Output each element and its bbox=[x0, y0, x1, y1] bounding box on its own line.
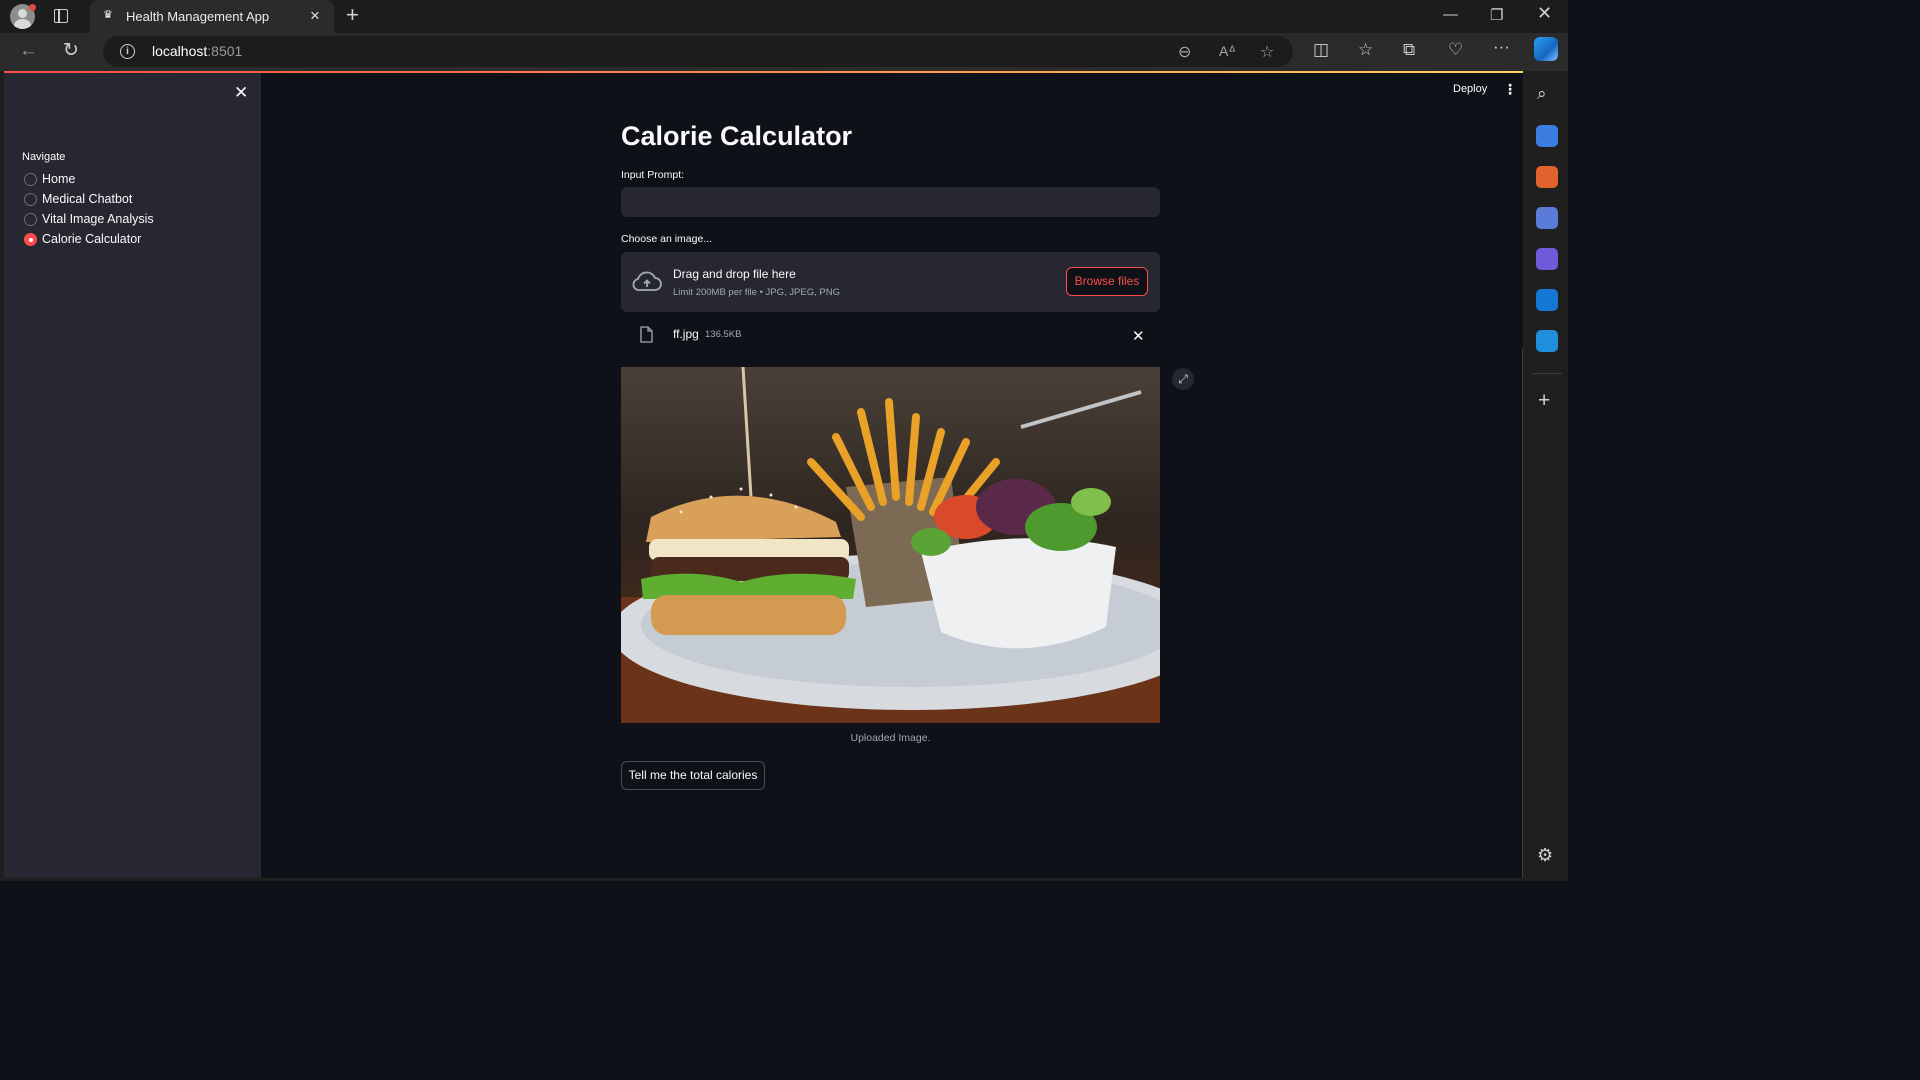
nav-option-label: Vital Image Analysis bbox=[42, 212, 154, 226]
favorites-icon[interactable]: ☆ bbox=[1358, 40, 1373, 60]
url-port: :8501 bbox=[207, 43, 243, 59]
favorite-star-icon[interactable]: ☆ bbox=[1260, 42, 1274, 62]
dropzone-title: Drag and drop file here bbox=[673, 267, 796, 281]
radio-button[interactable] bbox=[24, 173, 37, 186]
search-icon[interactable]: ⌕ bbox=[1537, 84, 1547, 104]
sidebar-close-icon[interactable]: ✕ bbox=[234, 83, 248, 103]
input-prompt-field[interactable] bbox=[621, 187, 1160, 217]
streamlit-favicon-icon: ♛ bbox=[103, 9, 113, 21]
restore-icon[interactable]: ❐ bbox=[1490, 6, 1503, 24]
url-host: localhost bbox=[152, 43, 208, 59]
more-options-icon[interactable]: ··· bbox=[1493, 37, 1510, 57]
url-text[interactable]: localhost:8501 bbox=[152, 43, 242, 59]
calculate-calories-button[interactable]: Tell me the total calories bbox=[621, 761, 765, 790]
settings-gear-icon[interactable]: ⚙ bbox=[1537, 845, 1553, 866]
tools-icon[interactable] bbox=[1536, 166, 1558, 188]
remove-file-icon[interactable]: ✕ bbox=[1132, 327, 1145, 345]
file-size: 136.5KB bbox=[705, 329, 742, 340]
image-uploader-label: Choose an image... bbox=[621, 233, 713, 245]
sidebar: ✕ Navigate Home Medical Chatbot Vital Im… bbox=[4, 73, 261, 878]
burger-fries-salad-photo bbox=[621, 367, 1160, 723]
radio-button-selected[interactable] bbox=[24, 233, 37, 246]
file-icon bbox=[640, 326, 653, 343]
browser-essentials-icon[interactable]: ♡ bbox=[1448, 40, 1463, 60]
dropzone-limits: Limit 200MB per file • JPG, JPEG, PNG bbox=[673, 287, 840, 298]
notification-dot bbox=[29, 4, 36, 11]
uploaded-file-row: ff.jpg 136.5KB ✕ bbox=[621, 322, 1160, 346]
edge-sidebar: ⌕ + ⚙ bbox=[1527, 71, 1568, 881]
back-icon[interactable]: ← bbox=[19, 39, 38, 63]
microsoft-365-icon[interactable] bbox=[1536, 248, 1558, 270]
deploy-button[interactable]: Deploy bbox=[1453, 83, 1487, 95]
browser-window: ♛ Health Management App × + — ❐ ✕ ← ↻ i … bbox=[0, 0, 1568, 881]
site-info-icon[interactable]: i bbox=[120, 44, 135, 59]
collections-icon[interactable]: ⧉ bbox=[1403, 40, 1415, 60]
navigation-bar: ← ↻ i localhost:8501 ⊖ Aᐞ ☆ ◫ ☆ ⧉ ♡ ··· bbox=[0, 33, 1568, 71]
cloud-upload-icon bbox=[632, 271, 662, 291]
tab-actions-icon[interactable] bbox=[54, 9, 68, 23]
read-aloud-icon[interactable]: Aᐞ bbox=[1219, 43, 1236, 60]
tab-bar: ♛ Health Management App × + — ❐ ✕ bbox=[0, 0, 1568, 33]
browser-tab-active[interactable]: ♛ Health Management App × bbox=[90, 0, 334, 33]
input-prompt-label: Input Prompt: bbox=[621, 169, 685, 181]
outlook-icon[interactable] bbox=[1536, 289, 1558, 311]
address-bar[interactable]: i localhost:8501 ⊖ Aᐞ ☆ bbox=[103, 36, 1293, 67]
tab-close-icon[interactable]: × bbox=[310, 7, 320, 24]
split-screen-icon[interactable]: ◫ bbox=[1313, 40, 1329, 60]
radio-button[interactable] bbox=[24, 193, 37, 206]
main-menu-icon[interactable]: ⋮ bbox=[1503, 81, 1517, 98]
radio-button[interactable] bbox=[24, 213, 37, 226]
page-scrollbar[interactable] bbox=[1522, 347, 1523, 878]
tab-title: Health Management App bbox=[126, 9, 270, 24]
nav-option-label: Medical Chatbot bbox=[42, 192, 133, 206]
file-dropzone[interactable]: Drag and drop file here Limit 200MB per … bbox=[621, 252, 1160, 312]
copilot-icon[interactable] bbox=[1534, 37, 1558, 61]
games-icon[interactable] bbox=[1536, 207, 1558, 229]
window-close-icon[interactable]: ✕ bbox=[1537, 3, 1552, 24]
browse-files-button[interactable]: Browse files bbox=[1066, 267, 1148, 296]
fullscreen-expand-icon[interactable]: ⤢ bbox=[1172, 368, 1194, 390]
shopping-tag-icon[interactable] bbox=[1536, 125, 1558, 147]
new-tab-icon[interactable]: + bbox=[346, 4, 359, 26]
minimize-icon[interactable]: — bbox=[1443, 6, 1458, 23]
image-caption: Uploaded Image. bbox=[850, 732, 931, 744]
telegram-send-icon[interactable] bbox=[1536, 330, 1558, 352]
file-name: ff.jpg bbox=[673, 327, 699, 341]
edge-divider bbox=[1532, 373, 1562, 374]
nav-option-label: Home bbox=[42, 172, 76, 186]
page-title: Calorie Calculator bbox=[621, 121, 853, 151]
uploaded-food-image bbox=[621, 367, 1160, 723]
nav-option-label: Calorie Calculator bbox=[42, 232, 142, 246]
navigate-label: Navigate bbox=[22, 151, 66, 163]
page-viewport: ✕ Navigate Home Medical Chatbot Vital Im… bbox=[4, 71, 1523, 878]
zoom-icon[interactable]: ⊖ bbox=[1178, 42, 1191, 62]
add-sidebar-app-icon[interactable]: + bbox=[1538, 389, 1550, 413]
refresh-icon[interactable]: ↻ bbox=[63, 39, 79, 63]
